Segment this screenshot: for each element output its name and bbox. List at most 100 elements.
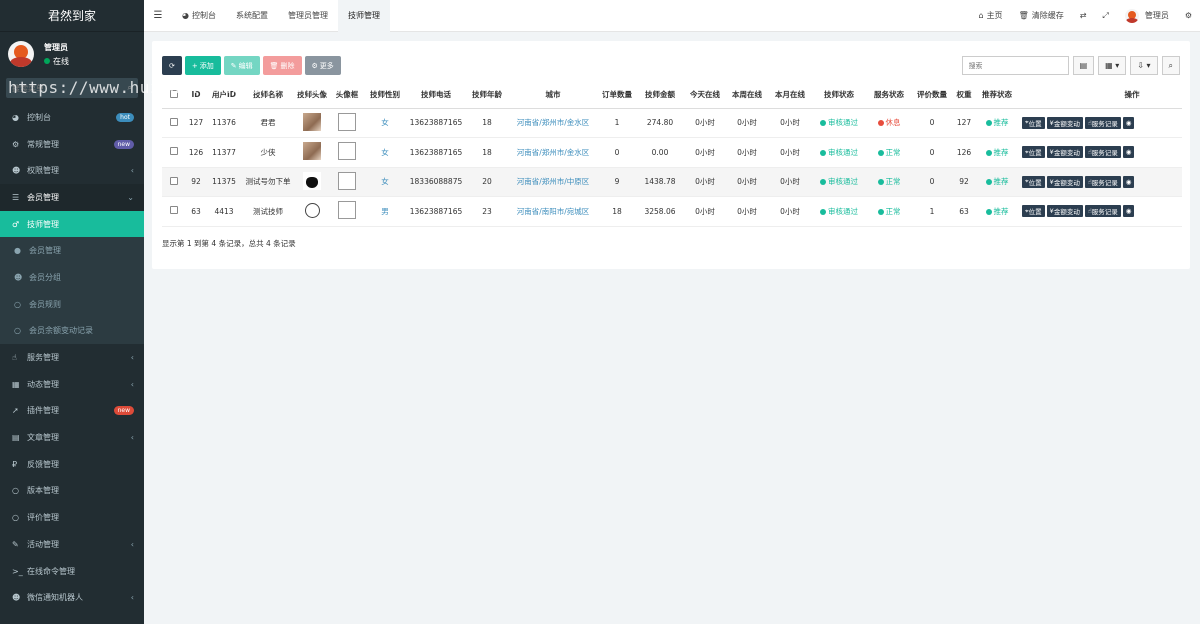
sidebar-item[interactable]: ◕ 控制台 hot: [0, 104, 144, 131]
sidebar-item[interactable]: ▤ 文章管理 ‹: [0, 424, 144, 451]
cell-avatar[interactable]: [294, 196, 330, 227]
col-header[interactable]: 服务状态: [866, 82, 912, 109]
admin-menu[interactable]: 管理员: [1117, 8, 1177, 23]
tab-config[interactable]: 系统配置: [226, 0, 278, 32]
technician-avatar-image[interactable]: [303, 171, 321, 190]
sidebar-item[interactable]: ☰ 会员管理 ⌄: [0, 184, 144, 211]
avatar-frame-image[interactable]: [338, 171, 356, 190]
location-button[interactable]: ⌖ 位置: [1022, 116, 1045, 129]
edit-button[interactable]: ✎ 编辑: [223, 56, 260, 75]
avatar-frame-image[interactable]: [338, 142, 356, 161]
col-header[interactable]: 今天在线: [684, 82, 726, 109]
col-header[interactable]: 技师头像: [294, 82, 330, 109]
amount-change-button[interactable]: ¥ 金额变动: [1046, 146, 1083, 159]
sidebar-item[interactable]: ♂ 技师管理: [0, 210, 144, 238]
cell-service[interactable]: 正常: [866, 137, 912, 168]
technician-avatar-image[interactable]: [303, 112, 321, 131]
cell-frame[interactable]: [330, 137, 364, 168]
table-row[interactable]: 127 11376 君君女 13623887165 18 河南省/郑州市/金水区 1 274.…: [162, 108, 1182, 138]
table-row[interactable]: 126 11377 少侠女 13623887165 18 河南省/郑州市/金水区 0 0.00…: [162, 137, 1182, 168]
avatar-frame-image[interactable]: [338, 201, 356, 220]
col-header[interactable]: 头像框: [330, 82, 364, 109]
service-record-button[interactable]: ☝ 服务记录: [1084, 146, 1121, 159]
col-header[interactable]: 权重: [952, 82, 976, 109]
cell-gender[interactable]: 女: [364, 108, 406, 138]
col-header[interactable]: 订单数量: [598, 82, 636, 109]
clear-cache-link[interactable]: 🗑 清除缓存: [1011, 10, 1072, 21]
more-button[interactable]: ⚙ 更多: [304, 56, 341, 75]
columns-button[interactable]: ▦ ▾: [1098, 56, 1127, 75]
sidebar-item[interactable]: ✎ 活动管理 ‹: [0, 531, 144, 558]
sidebar-item[interactable]: ⚙ 常规管理 new: [0, 131, 144, 158]
cell-gender[interactable]: 女: [364, 167, 406, 197]
sidebar-search[interactable]: ⌕: [6, 78, 138, 98]
refresh-button[interactable]: ⟳: [162, 56, 182, 75]
sidebar-item[interactable]: ▦ 动态管理 ‹: [0, 371, 144, 398]
export-button[interactable]: ⇩ ▾: [1130, 56, 1158, 75]
tab-technician[interactable]: 技师管理: [337, 0, 390, 32]
sidebar-search-input[interactable]: [12, 83, 112, 93]
cell-recommend[interactable]: 推荐: [976, 137, 1018, 168]
cell-city[interactable]: 河南省/郑州市/中原区: [508, 167, 598, 197]
cell-frame[interactable]: [330, 196, 364, 227]
settings-button[interactable]: ⚙: [1177, 11, 1200, 20]
col-header[interactable]: 技师状态: [812, 82, 866, 109]
sidebar-item[interactable]: ○ 版本管理: [0, 478, 144, 505]
tab-dashboard[interactable]: ◕ 控制台: [172, 0, 226, 32]
col-header[interactable]: 推荐状态: [976, 82, 1018, 109]
cell-frame[interactable]: [330, 108, 364, 138]
sidebar-item[interactable]: ○ 评价管理: [0, 504, 144, 531]
cell-status[interactable]: 审核通过: [812, 196, 866, 227]
service-record-button[interactable]: ☝ 服务记录: [1084, 205, 1121, 218]
amount-change-button[interactable]: ¥ 金额变动: [1046, 205, 1083, 218]
cell-recommend[interactable]: 推荐: [976, 167, 1018, 197]
sidebar-item[interactable]: >_ 在线命令管理: [0, 558, 144, 585]
cell-gender[interactable]: 男: [364, 196, 406, 227]
fullscreen-button[interactable]: ⤢: [1094, 11, 1116, 21]
select-all-checkbox[interactable]: [162, 82, 186, 109]
table-row[interactable]: 63 4413 测试技师男 13623887165 23 河南省/南阳市/宛城区 18 325…: [162, 196, 1182, 227]
view-button[interactable]: ◉: [1122, 116, 1135, 129]
cell-gender[interactable]: 女: [364, 137, 406, 168]
view-button[interactable]: ◉: [1122, 205, 1135, 218]
sidebar-item[interactable]: ○ 会员规则: [0, 290, 144, 318]
location-button[interactable]: ⌖ 位置: [1022, 175, 1045, 188]
toggle-view-button[interactable]: ▤: [1072, 56, 1095, 75]
row-checkbox[interactable]: [162, 196, 186, 227]
col-header[interactable]: 城市: [508, 82, 598, 109]
cell-recommend[interactable]: 推荐: [976, 108, 1018, 138]
col-header[interactable]: 技师名称: [242, 82, 294, 109]
cell-avatar[interactable]: [294, 108, 330, 138]
cell-service[interactable]: 正常: [866, 196, 912, 227]
tab-admin[interactable]: 管理员管理: [278, 0, 338, 32]
cell-frame[interactable]: [330, 167, 364, 197]
cell-city[interactable]: 河南省/郑州市/金水区: [508, 137, 598, 168]
col-header[interactable]: 评价数量: [912, 82, 952, 109]
col-header[interactable]: 本周在线: [726, 82, 768, 109]
home-link[interactable]: ⌂ 主页: [970, 10, 1010, 21]
sidebar-item[interactable]: ☻ 权限管理 ‹: [0, 157, 144, 184]
cell-service[interactable]: 休息: [866, 108, 912, 138]
amount-change-button[interactable]: ¥ 金额变动: [1046, 175, 1083, 188]
cell-service[interactable]: 正常: [866, 167, 912, 197]
sidebar-item[interactable]: ☝ 服务管理 ‹: [0, 344, 144, 371]
cell-avatar[interactable]: [294, 167, 330, 197]
col-header[interactable]: 技师电话: [406, 82, 466, 109]
sidebar-item[interactable]: ○ 会员余额变动记录: [0, 317, 144, 345]
delete-button[interactable]: 🗑 删除: [262, 56, 302, 75]
technician-avatar-image[interactable]: [303, 142, 321, 161]
cell-recommend[interactable]: 推荐: [976, 196, 1018, 227]
search-icon[interactable]: ⌕: [128, 83, 132, 93]
col-header[interactable]: 技师金额: [636, 82, 684, 109]
cell-city[interactable]: 河南省/南阳市/宛城区: [508, 196, 598, 227]
cell-status[interactable]: 审核通过: [812, 137, 866, 168]
avatar-frame-image[interactable]: [338, 112, 356, 131]
sidebar-item[interactable]: ● 会员管理: [0, 237, 144, 265]
language-button[interactable]: ⇄: [1072, 11, 1095, 20]
add-button[interactable]: + 添加: [184, 56, 221, 75]
col-header[interactable]: 技师性别: [364, 82, 406, 109]
col-header[interactable]: 技师年龄: [466, 82, 508, 109]
row-checkbox[interactable]: [162, 167, 186, 197]
amount-change-button[interactable]: ¥ 金额变动: [1046, 116, 1083, 129]
cell-status[interactable]: 审核通过: [812, 167, 866, 197]
